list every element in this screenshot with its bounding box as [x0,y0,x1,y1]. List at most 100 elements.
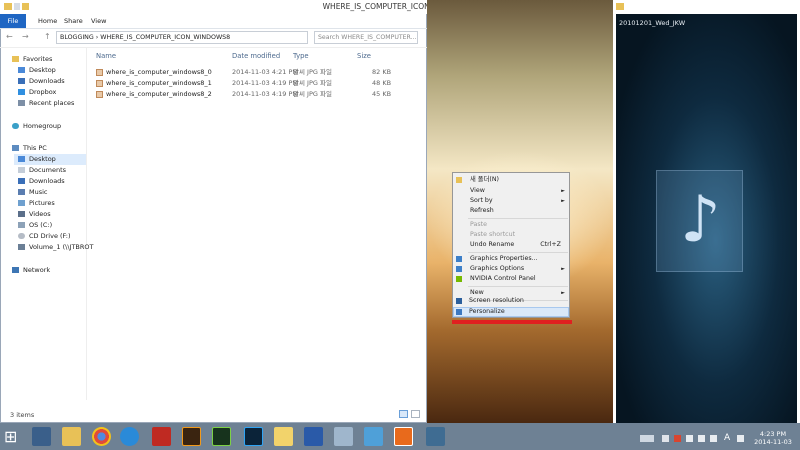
chrome-icon[interactable] [92,427,111,446]
network-icon [12,267,19,273]
nav-network[interactable]: Network [12,265,50,276]
address-bar[interactable]: BLOGGING › WHERE_IS_COMPUTER_ICON_WINDOW… [56,31,308,44]
menu-item-graphics-properties[interactable]: Graphics Properties... [453,254,569,264]
menu-item-paste: Paste [470,221,487,228]
jpg-file-icon [96,69,103,76]
battery-icon[interactable] [686,435,693,442]
file-size: 48 KB [372,79,392,87]
menu-item-graphics-options[interactable]: Graphics Options ► [453,264,569,274]
nav-documents[interactable]: Documents [18,165,66,176]
clock-date: 2014-11-03 [754,438,792,446]
item-count: 3 items [10,411,35,419]
nav-os-drive[interactable]: OS (C:) [18,220,52,231]
nvidia-icon [456,276,462,282]
nav-homegroup[interactable]: Homegroup [12,121,61,132]
nav-cd-drive[interactable]: CD Drive (F:) [18,231,71,242]
nav-desktop[interactable]: Desktop [18,65,56,76]
folder-icon [456,177,462,183]
menu-item-undo-rename[interactable]: Undo Rename Ctrl+Z [453,240,569,250]
keyboard-icon[interactable] [640,435,654,442]
column-size[interactable]: Size [357,52,371,60]
column-type[interactable]: Type [293,52,309,60]
nav-recent[interactable]: Recent places [18,98,74,109]
submenu-arrow-icon: ► [561,188,565,194]
annotation-underline [452,320,572,324]
nav-pc-downloads[interactable]: Downloads [18,176,65,187]
paint-icon[interactable] [364,427,383,446]
up-button[interactable]: ↑ [44,32,51,41]
menu-item-screen-resolution[interactable]: Screen resolution [452,296,568,306]
computer-icon [12,145,19,151]
nav-videos[interactable]: Videos [18,209,51,220]
menu-separator [468,252,568,253]
tab-view[interactable]: View [85,16,112,27]
menu-item-paste-shortcut: Paste shortcut [470,231,516,238]
file-name: where_is_computer_windows8_2 [106,90,212,98]
forward-button[interactable]: → [22,32,29,41]
clock-time: 4:23 PM [759,430,787,438]
photoshop-icon[interactable] [244,427,263,446]
nav-thispc[interactable]: This PC [12,143,47,154]
tray-app-icon[interactable] [674,435,681,442]
flag-icon[interactable] [662,435,669,442]
menu-item-view[interactable]: View ► [453,186,569,196]
nav-downloads[interactable]: Downloads [18,76,65,87]
media-player-icon[interactable] [394,427,413,446]
network-monitor-icon[interactable] [426,427,445,446]
menu-item-new-folder[interactable]: 새 폴더(N) [453,175,569,185]
file-name: where_is_computer_windows8_0 [106,68,212,76]
word-icon[interactable] [304,427,323,446]
nav-volume[interactable]: Volume_1 (\\JTBROT [18,242,94,253]
menu-item-refresh[interactable]: Refresh [453,206,569,216]
menu-item-personalize[interactable]: Personalize [452,307,568,317]
file-type: 알씨 JPG 파일 [293,68,332,76]
dreamweaver-icon[interactable] [212,427,231,446]
downloads-icon [18,78,25,84]
details-view-icon[interactable] [399,410,408,418]
tab-file[interactable]: File [0,14,26,28]
menu-item-sort-by[interactable]: Sort by ► [453,196,569,206]
cd-drive-icon [18,233,25,239]
music-note-icon: ♪ [680,183,721,257]
column-date[interactable]: Date modified [232,52,280,60]
search-input[interactable]: Search WHERE_IS_COMPUTER... [314,31,418,44]
nav-favorites[interactable]: Favorites [12,54,52,65]
document-icon[interactable] [334,427,353,446]
nav-pictures[interactable]: Pictures [18,198,55,209]
ime-indicator[interactable]: A [724,433,730,443]
file-explorer-taskbar-icon[interactable] [62,427,81,446]
network-status-icon[interactable] [698,435,705,442]
file-size: 45 KB [372,90,392,98]
dropbox-icon [18,89,25,95]
submenu-arrow-icon: ► [561,266,565,272]
internet-explorer-icon[interactable] [120,427,139,446]
window-icon [616,3,624,10]
nav-music[interactable]: Music [18,187,48,198]
nav-dropbox[interactable]: Dropbox [18,87,56,98]
personalize-icon [456,309,462,315]
large-icons-view-icon[interactable] [411,410,420,418]
start-button[interactable]: ⊞ [4,427,17,447]
file-type: 알씨 JPG 파일 [293,79,332,87]
filezilla-icon[interactable] [152,427,171,446]
desktop-icon [18,156,25,162]
file-date: 2014-11-03 4:19 PM [232,90,299,98]
nav-pc-desktop[interactable]: Desktop [14,154,86,165]
back-button[interactable]: ← [6,32,13,41]
clock[interactable]: 4:23 PM 2014-11-03 [748,430,798,446]
computer-taskbar-icon[interactable] [32,427,51,446]
file-name: where_is_computer_windows8_1 [106,79,212,87]
ime-mode-icon[interactable] [737,435,744,442]
videos-icon [18,211,25,217]
volume-icon[interactable] [710,435,717,442]
menu-item-nvidia[interactable]: NVIDIA Control Panel [453,274,569,284]
network-drive-icon [18,244,25,250]
intel-graphics-icon [456,256,462,262]
column-name[interactable]: Name [96,52,116,60]
screen-resolution-icon [456,298,462,304]
folder-taskbar-icon[interactable] [274,427,293,446]
jpg-file-icon [96,80,103,87]
illustrator-icon[interactable] [182,427,201,446]
file-date: 2014-11-03 4:19 PM [232,79,299,87]
recent-places-icon [18,100,25,106]
